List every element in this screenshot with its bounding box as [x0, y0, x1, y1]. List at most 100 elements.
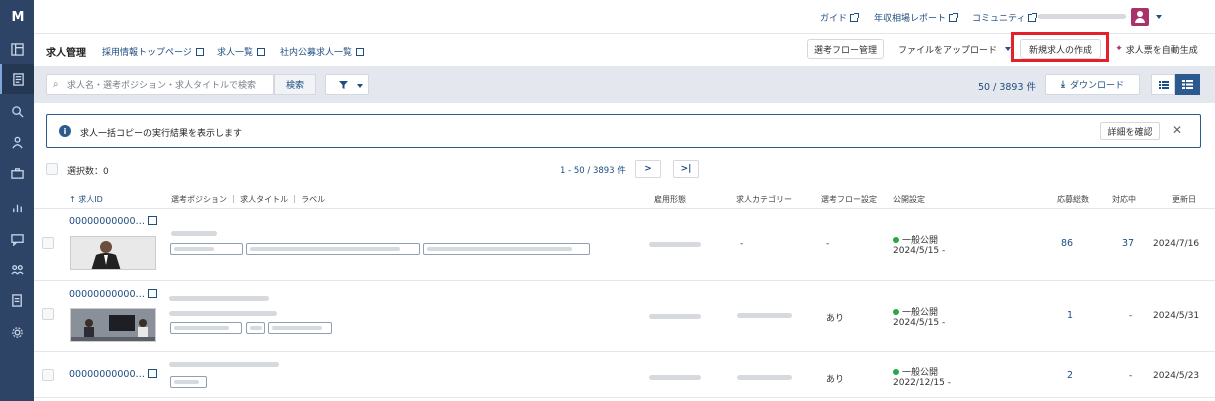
salary-report-link[interactable]: 年収相場レポート — [874, 11, 959, 24]
flow-value: あり — [826, 314, 845, 324]
analytics-icon[interactable] — [0, 192, 34, 222]
messages-icon[interactable] — [0, 224, 34, 254]
column-header-id[interactable]: ↑ 求人ID — [69, 194, 103, 205]
result-count: 50 / 3893 件 — [978, 82, 1037, 93]
row-divider — [34, 397, 1215, 398]
published-status-icon — [893, 237, 899, 243]
flow-value: あり — [826, 375, 845, 385]
community-link[interactable]: コミュニティ — [972, 11, 1038, 24]
publish-date: 2024/5/15 - — [893, 318, 946, 328]
recruit-top-link[interactable]: 採用情報トップページ — [102, 45, 204, 58]
community-link-label: コミュニティ — [972, 14, 1026, 24]
label-redacted — [174, 326, 229, 330]
row-checkbox[interactable] — [42, 308, 54, 320]
column-header-updated: 更新日 — [1172, 195, 1196, 204]
position-redacted — [169, 362, 279, 367]
selection-flow-button[interactable]: 選考フロー管理 — [807, 39, 884, 59]
upload-file-label: ファイルをアップロード — [898, 45, 998, 56]
view-details-button[interactable]: 詳細を確認 — [1100, 122, 1160, 140]
documents-icon[interactable] — [0, 285, 34, 315]
row-checkbox[interactable] — [42, 237, 54, 249]
briefcase-icon[interactable] — [0, 158, 34, 188]
select-all-checkbox[interactable] — [46, 163, 58, 175]
top-bar: ガイド 年収相場レポート コミュニティ — [34, 0, 1215, 34]
external-link-icon[interactable] — [148, 216, 157, 225]
user-avatar[interactable] — [1131, 8, 1149, 26]
external-link-icon[interactable] — [148, 289, 157, 298]
employment-redacted — [649, 242, 701, 247]
publish-status: 一般公開 — [893, 365, 938, 378]
salary-report-link-label: 年収相場レポート — [874, 14, 947, 24]
guide-link[interactable]: ガイド — [820, 11, 860, 24]
dashboard-icon[interactable] — [0, 34, 34, 64]
thumbnail-businessman-image — [71, 237, 155, 269]
job-id-link[interactable]: 00000000000… — [69, 289, 145, 300]
label-redacted — [427, 247, 572, 251]
external-link-icon — [257, 48, 266, 56]
job-id-link[interactable]: 00000000000… — [69, 216, 145, 227]
search-input[interactable]: ⌕ 求人名・選考ポジション・求人タイトルで検索 — [46, 74, 274, 95]
column-header-applicants: 応募総数 — [1057, 195, 1089, 204]
internal-job-list-link[interactable]: 社内公募求人一覧 — [280, 45, 365, 58]
label-tag — [268, 322, 332, 334]
publish-status-label: 一般公開 — [902, 236, 939, 246]
settings-icon[interactable] — [0, 317, 34, 347]
label-redacted — [174, 380, 199, 384]
team-icon[interactable] — [0, 254, 34, 284]
label-tag — [246, 322, 265, 334]
page-range: 1 - 50 / 3893 件 — [560, 166, 626, 176]
applicants-count-link[interactable]: 86 — [1061, 238, 1073, 249]
list-view-toggle[interactable] — [1151, 74, 1175, 95]
search-placeholder: 求人名・選考ポジション・求人タイトルで検索 — [67, 81, 257, 91]
employment-redacted — [649, 375, 701, 380]
page-title: 求人管理 — [46, 48, 86, 59]
category-redacted — [737, 375, 792, 380]
filter-button[interactable] — [325, 74, 369, 95]
label-redacted — [272, 326, 322, 330]
job-id-link[interactable]: 00000000000… — [69, 369, 145, 380]
chevron-down-icon — [357, 84, 363, 88]
publish-status: 一般公開 — [893, 305, 938, 318]
published-status-icon — [893, 369, 899, 375]
download-button[interactable]: ⤓ ダウンロード — [1045, 74, 1140, 95]
download-label: ダウンロード — [1069, 81, 1124, 91]
label-tag — [246, 243, 420, 255]
last-page-button[interactable]: >| — [673, 160, 699, 178]
chevron-down-icon[interactable] — [1156, 15, 1162, 19]
position-redacted — [169, 296, 269, 301]
job-thumbnail — [70, 236, 156, 270]
external-link-icon[interactable] — [148, 369, 157, 378]
label-tag — [423, 243, 590, 255]
candidate-search-icon[interactable] — [0, 96, 34, 126]
info-icon: i — [59, 125, 71, 137]
next-page-button[interactable]: > — [635, 160, 661, 178]
label-tag — [170, 243, 243, 255]
table-view-toggle[interactable] — [1175, 74, 1200, 95]
auto-generate-button[interactable]: ✦ 求人票を自動生成 — [1112, 39, 1201, 59]
app-logo[interactable]: M — [0, 0, 34, 34]
publish-status: 一般公開 — [893, 233, 938, 246]
upload-file-button[interactable]: ファイルをアップロード — [892, 39, 1012, 59]
row-checkbox[interactable] — [42, 369, 54, 381]
category-redacted — [737, 313, 792, 318]
scout-icon[interactable] — [0, 127, 34, 157]
search-toolbar: ⌕ 求人名・選考ポジション・求人タイトルで検索 検索 50 / 3893 件 ⤓… — [34, 66, 1215, 103]
guide-link-label: ガイド — [820, 14, 848, 24]
label-redacted — [250, 247, 400, 251]
search-button[interactable]: 検索 — [274, 74, 316, 95]
job-list-link-label: 求人一覧 — [217, 48, 254, 58]
updated-date: 2024/5/31 — [1153, 311, 1200, 321]
notice-banner: i 求人一括コピーの実行結果を表示します 詳細を確認 ✕ — [46, 114, 1201, 148]
close-icon[interactable]: ✕ — [1172, 123, 1182, 137]
applicants-count-link[interactable]: 1 — [1067, 310, 1073, 321]
job-list-link[interactable]: 求人一覧 — [217, 45, 266, 58]
job-posting-icon[interactable] — [0, 64, 34, 94]
applicants-count-link[interactable]: 2 — [1067, 370, 1073, 381]
active-count-link[interactable]: 37 — [1122, 238, 1134, 249]
user-email-redacted — [1038, 14, 1126, 19]
employment-redacted — [649, 314, 701, 319]
job-thumbnail — [70, 308, 156, 342]
internal-job-list-link-label: 社内公募求人一覧 — [280, 48, 353, 58]
publish-status-label: 一般公開 — [902, 308, 939, 318]
external-link-icon — [356, 48, 365, 56]
